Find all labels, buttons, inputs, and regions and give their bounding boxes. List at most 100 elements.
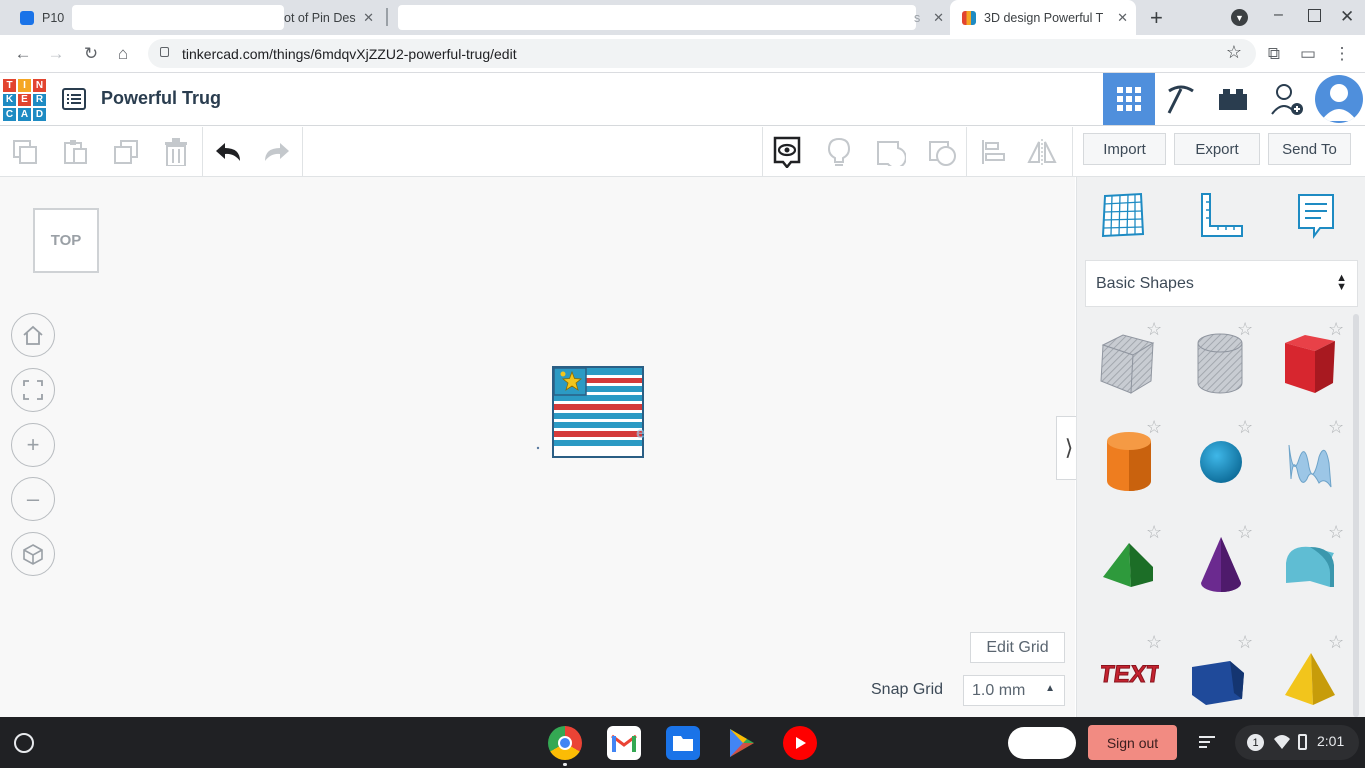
perspective-button[interactable] bbox=[11, 532, 55, 576]
shape-category-select[interactable]: Basic Shapes ▲ ▼ bbox=[1085, 260, 1358, 307]
design-title[interactable]: Powerful Trug bbox=[101, 88, 221, 109]
duplicate-icon[interactable] bbox=[111, 137, 141, 167]
favorite-star-icon[interactable]: ☆ bbox=[1237, 319, 1253, 340]
fit-view-button[interactable] bbox=[11, 368, 55, 412]
home-view-button[interactable] bbox=[11, 313, 55, 357]
toolbar-divider bbox=[202, 127, 203, 177]
workplane[interactable]: TOP + – e ⟩ Edit Grid Snap Grid 1.0 mm ▲ bbox=[0, 177, 1082, 717]
gmail-app-icon[interactable] bbox=[607, 726, 641, 760]
scribble-shape[interactable] bbox=[1285, 439, 1335, 496]
favorite-star-icon[interactable]: ☆ bbox=[1328, 522, 1344, 543]
tab-4-active[interactable]: 3D design Powerful T ✕ bbox=[950, 0, 1136, 35]
tab-3[interactable]: s ✕ bbox=[914, 0, 948, 35]
box-hole-shape[interactable] bbox=[1095, 331, 1157, 402]
favorite-star-icon[interactable]: ☆ bbox=[1237, 632, 1253, 653]
sign-out-button[interactable]: Sign out bbox=[1088, 725, 1177, 760]
favorite-star-icon[interactable]: ☆ bbox=[1328, 632, 1344, 653]
favorite-star-icon[interactable]: ☆ bbox=[1237, 522, 1253, 543]
tab-2-thumbnail[interactable] bbox=[72, 5, 284, 30]
undo-icon[interactable] bbox=[213, 137, 243, 167]
trash-icon[interactable] bbox=[161, 137, 191, 167]
reload-icon[interactable]: ↻ bbox=[80, 43, 102, 65]
design-list-icon[interactable] bbox=[62, 87, 86, 111]
cylinder-shape[interactable] bbox=[1105, 429, 1153, 498]
extensions-puzzle-icon[interactable]: ⧉ bbox=[1263, 43, 1285, 65]
tab-search-chevron-icon[interactable]: ▼ bbox=[1231, 9, 1248, 26]
close-window-icon[interactable]: ✕ bbox=[1340, 7, 1354, 27]
notes-visibility-icon[interactable] bbox=[772, 136, 802, 168]
zoom-out-button[interactable]: – bbox=[11, 477, 55, 521]
youtube-app-icon[interactable] bbox=[783, 726, 817, 760]
snap-grid-value: 1.0 mm bbox=[972, 681, 1026, 699]
avatar[interactable] bbox=[1315, 75, 1363, 123]
minimize-icon[interactable]: – bbox=[1274, 6, 1283, 24]
zoom-in-button[interactable]: + bbox=[11, 423, 55, 467]
files-app-icon[interactable] bbox=[666, 726, 700, 760]
tab-1[interactable]: P10 bbox=[8, 0, 68, 35]
play-store-app-icon[interactable] bbox=[725, 726, 759, 760]
ruler-icon bbox=[1201, 193, 1243, 237]
favorite-star-icon[interactable]: ☆ bbox=[1146, 632, 1162, 653]
roof-shape[interactable] bbox=[1101, 539, 1155, 596]
favorite-star-icon[interactable]: ☆ bbox=[1328, 417, 1344, 438]
3d-design-view-button[interactable] bbox=[1103, 73, 1155, 125]
tab-3-thumbnail[interactable] bbox=[398, 5, 916, 30]
bookmark-star-icon[interactable]: ☆ bbox=[1226, 42, 1242, 63]
edit-grid-button[interactable]: Edit Grid bbox=[970, 632, 1065, 663]
notes-tool-button[interactable] bbox=[1296, 192, 1336, 245]
home-icon[interactable]: ⌂ bbox=[112, 43, 134, 65]
ruler-tool-button[interactable] bbox=[1198, 192, 1244, 243]
favorite-star-icon[interactable]: ☆ bbox=[1146, 417, 1162, 438]
paste-icon[interactable] bbox=[60, 137, 90, 167]
minecraft-view-button[interactable] bbox=[1155, 73, 1207, 125]
ungroup-icon[interactable] bbox=[928, 137, 958, 167]
clipboard-list-icon[interactable] bbox=[1198, 733, 1216, 756]
group-icon[interactable] bbox=[876, 137, 906, 167]
send-to-button[interactable]: Send To bbox=[1268, 133, 1351, 165]
toolbar-divider bbox=[1072, 127, 1073, 177]
polygon-shape[interactable] bbox=[1190, 659, 1246, 712]
bricks-view-button[interactable] bbox=[1207, 73, 1259, 125]
redo-icon[interactable] bbox=[262, 137, 292, 167]
cast-icon[interactable]: ▭ bbox=[1297, 43, 1319, 65]
restore-icon[interactable] bbox=[1308, 9, 1321, 22]
export-button[interactable]: Export bbox=[1174, 133, 1260, 165]
forward-arrow-icon[interactable]: → bbox=[45, 43, 67, 65]
status-tray[interactable]: 1 2:01 bbox=[1235, 725, 1359, 760]
browser-menu-icon[interactable]: ⋮ bbox=[1331, 43, 1353, 65]
screen: { "browser": { "tabs": [ {"label": "P10"… bbox=[0, 0, 1365, 768]
box-shape[interactable] bbox=[1281, 331, 1339, 402]
invite-user-button[interactable] bbox=[1261, 73, 1313, 125]
address-bar[interactable]: tinkercad.com/things/6mdqvXjZZU2-powerfu… bbox=[148, 39, 1256, 68]
favorite-star-icon[interactable]: ☆ bbox=[1146, 319, 1162, 340]
panel-scrollbar[interactable] bbox=[1353, 314, 1359, 717]
mirror-icon[interactable] bbox=[1027, 137, 1057, 167]
snap-grid-select[interactable]: 1.0 mm ▲ bbox=[963, 675, 1065, 706]
close-tab-icon[interactable]: ✕ bbox=[1117, 10, 1128, 26]
tinkercad-logo[interactable]: T I N K E R C A D bbox=[2, 78, 47, 122]
text-shape[interactable]: TEXT bbox=[1097, 655, 1163, 694]
cone-shape[interactable] bbox=[1199, 535, 1243, 600]
lightbulb-icon[interactable] bbox=[824, 137, 854, 167]
workplane-tool-button[interactable] bbox=[1101, 192, 1145, 243]
tote-thumbnails[interactable] bbox=[1008, 727, 1076, 759]
close-tab-icon[interactable]: ✕ bbox=[933, 10, 944, 26]
chrome-app-icon[interactable] bbox=[548, 726, 582, 760]
cylinder-hole-shape[interactable] bbox=[1195, 331, 1245, 400]
flag-design-object[interactable]: e bbox=[536, 362, 658, 462]
favorite-star-icon[interactable]: ☆ bbox=[1237, 417, 1253, 438]
pyramid-shape[interactable] bbox=[1283, 651, 1337, 714]
align-icon[interactable] bbox=[978, 137, 1008, 167]
view-cube[interactable]: TOP bbox=[33, 208, 99, 273]
round-roof-shape[interactable] bbox=[1284, 543, 1338, 596]
favorite-star-icon[interactable]: ☆ bbox=[1328, 319, 1344, 340]
tab-2[interactable]: ot of Pin Des ✕ bbox=[284, 0, 384, 35]
new-tab-button[interactable]: + bbox=[1150, 5, 1163, 31]
import-button[interactable]: Import bbox=[1083, 133, 1166, 165]
close-tab-icon[interactable]: ✕ bbox=[363, 10, 374, 26]
sphere-shape[interactable] bbox=[1198, 439, 1244, 490]
copy-icon[interactable] bbox=[10, 137, 40, 167]
back-arrow-icon[interactable]: ← bbox=[12, 43, 34, 65]
launcher-icon[interactable] bbox=[14, 733, 34, 753]
favorite-star-icon[interactable]: ☆ bbox=[1146, 522, 1162, 543]
